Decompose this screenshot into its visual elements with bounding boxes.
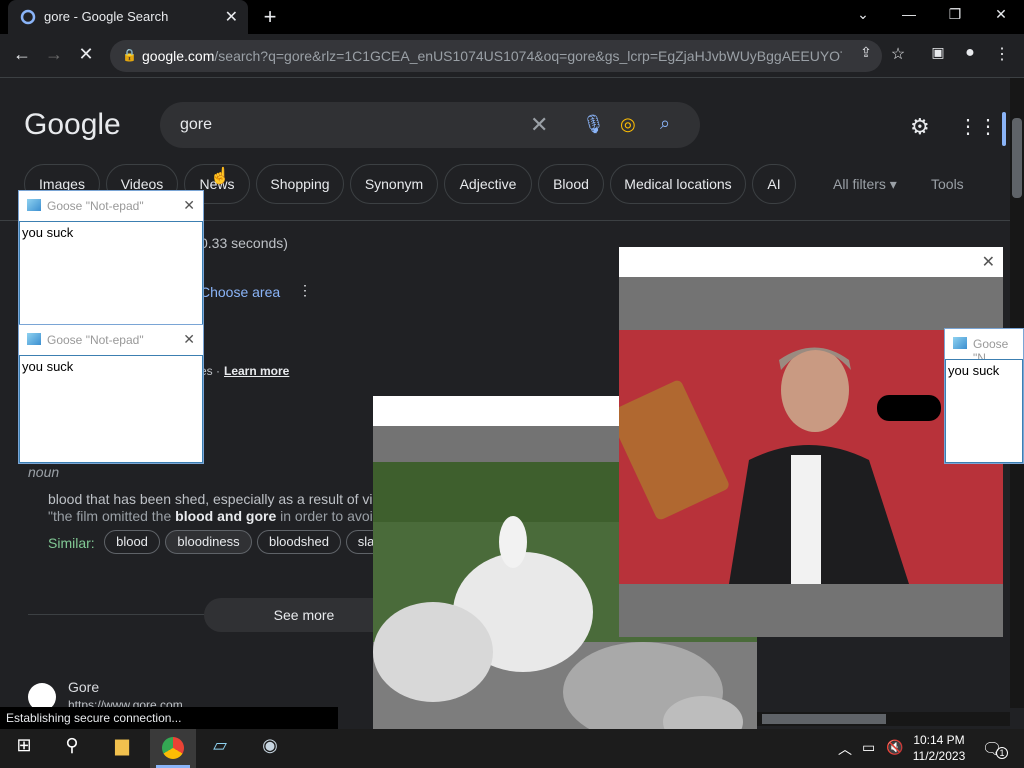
goose-notepad-window[interactable]: Goose "Not-epad" ✕ you suck xyxy=(18,324,204,464)
clear-search-icon[interactable]: ✕ xyxy=(530,112,548,138)
scroll-indicator xyxy=(1002,112,1006,146)
goose-silhouette-icon xyxy=(877,395,941,421)
menu-kebab-icon[interactable]: ⋮ xyxy=(990,44,1014,64)
share-icon[interactable]: ⇪ xyxy=(854,44,878,61)
chip-medical-locations[interactable]: Medical locations xyxy=(610,164,746,204)
notepad-close-icon[interactable]: ✕ xyxy=(183,197,195,214)
url-text: google.com/search?q=gore&rlz=1C1GCEA_enU… xyxy=(142,48,842,64)
all-filters-button[interactable]: All filters ▾ xyxy=(833,176,897,193)
microphone-icon[interactable]: 🎙 xyxy=(582,114,605,135)
definition-text: blood that has been shed, especially as … xyxy=(48,491,373,507)
goose-notepad-window[interactable]: Goose "Not-epad" ✕ you suck xyxy=(18,190,204,326)
definition-example: "the film omitted the blood and gore in … xyxy=(48,508,373,524)
clock-date: 11/2/2023 xyxy=(912,749,966,763)
lock-icon: 🔒 xyxy=(122,48,137,62)
google-lens-icon[interactable]: ◎ xyxy=(620,114,636,135)
notepad-taskbar-icon[interactable]: ▱ xyxy=(206,735,234,763)
apps-grid-icon[interactable]: ⋮⋮ xyxy=(958,114,998,139)
chrome-taskbar-item[interactable] xyxy=(150,729,196,768)
hand-cursor-icon: ☝ xyxy=(210,168,230,185)
scrollbar-thumb[interactable] xyxy=(1012,118,1022,198)
chip-blood[interactable]: Blood xyxy=(538,164,604,204)
search-icon[interactable]: ⚲ xyxy=(58,735,86,763)
goose-notepad-window[interactable]: Goose "N you suck xyxy=(944,328,1024,464)
network-icon[interactable]: ▭ xyxy=(862,739,875,756)
notepad-icon xyxy=(27,199,41,211)
notepad-text-area[interactable]: you suck xyxy=(19,221,203,325)
similar-chip[interactable]: blood xyxy=(104,530,160,554)
active-tab[interactable]: gore - Google Search ✕ xyxy=(8,0,248,34)
similar-label: Similar: xyxy=(48,535,95,551)
notepad-title: Goose "Not-epad" xyxy=(47,333,144,347)
file-explorer-icon[interactable]: ▆ xyxy=(108,735,136,763)
chrome-icon xyxy=(162,737,184,759)
scrollbar-thumb[interactable] xyxy=(762,714,886,724)
new-tab-button[interactable]: + xyxy=(258,4,282,30)
windows-start-icon[interactable]: ⊞ xyxy=(10,735,38,763)
chip-shopping[interactable]: Shopping xyxy=(256,164,344,204)
back-arrow-icon[interactable]: ← xyxy=(10,44,34,65)
result-site-name[interactable]: Gore xyxy=(68,679,99,695)
similar-chip[interactable]: bloodshed xyxy=(257,530,341,554)
close-window-button[interactable]: ✕ xyxy=(986,6,1016,23)
notepad-text-area[interactable]: you suck xyxy=(19,355,203,463)
notepad-titlebar[interactable]: Goose "Not-epad" ✕ xyxy=(19,325,203,355)
forward-arrow-icon[interactable]: → xyxy=(42,44,66,65)
tab-close-icon[interactable]: ✕ xyxy=(225,7,238,27)
google-logo[interactable]: Google xyxy=(24,108,121,142)
notepad-title: Goose "Not-epad" xyxy=(47,199,144,213)
chip-ai[interactable]: AI xyxy=(752,164,796,204)
result-stats: 0.33 seconds) xyxy=(200,235,288,251)
search-box[interactable]: gore ✕ 🎙 ◎ ⌕ xyxy=(160,102,700,148)
chip-synonym[interactable]: Synonym xyxy=(350,164,438,204)
google-favicon-icon xyxy=(20,9,36,25)
popup-titlebar[interactable] xyxy=(373,396,619,426)
restore-button[interactable]: ❐ xyxy=(940,6,970,23)
browser-toolbar: ← → ✕ 🔒 google.com/search?q=gore&rlz=1C1… xyxy=(0,34,1024,78)
side-panel-icon[interactable]: ▣ xyxy=(926,44,950,61)
tab-title: gore - Google Search xyxy=(44,9,169,24)
address-bar[interactable]: 🔒 google.com/search?q=gore&rlz=1C1GCEA_e… xyxy=(110,40,882,72)
tray-chevron-icon[interactable]: ︿ xyxy=(838,739,852,759)
tab-search-chevron-icon[interactable]: ⌄ xyxy=(848,6,878,23)
notepad-icon xyxy=(27,333,41,345)
clock-time: 10:14 PM xyxy=(913,733,965,747)
site-favicon-icon xyxy=(28,683,56,708)
choose-area-link[interactable]: Choose area xyxy=(200,284,280,300)
search-icon[interactable]: ⌕ xyxy=(660,113,670,134)
minimize-button[interactable]: — xyxy=(894,6,924,22)
similar-chip[interactable]: bloodiness xyxy=(165,530,252,554)
notepad-icon xyxy=(953,337,967,349)
part-of-speech: noun xyxy=(28,464,60,480)
search-input[interactable]: gore xyxy=(180,116,212,134)
steam-icon[interactable]: ◉ xyxy=(256,735,284,763)
notepad-text-area[interactable]: you suck xyxy=(945,359,1023,463)
notepad-titlebar[interactable]: Goose "Not-epad" ✕ xyxy=(19,191,203,221)
profile-avatar-icon[interactable]: ● xyxy=(958,44,982,62)
tools-button[interactable]: Tools xyxy=(931,176,964,192)
notepad-close-icon[interactable]: ✕ xyxy=(183,331,195,348)
horizontal-scrollbar[interactable] xyxy=(756,712,1010,726)
notepad-titlebar[interactable]: Goose "N xyxy=(945,329,1023,365)
learn-more-link[interactable]: Learn more xyxy=(224,364,289,378)
popup-titlebar[interactable]: ✕ xyxy=(619,247,1003,277)
stop-loading-icon[interactable]: ✕ xyxy=(74,44,98,65)
popup-close-icon[interactable]: ✕ xyxy=(982,252,995,272)
more-options-icon[interactable]: ⋮ xyxy=(298,282,312,299)
settings-gear-icon[interactable]: ⚙ xyxy=(910,114,930,140)
windows-taskbar: ⊞ ⚲ ▆ ▱ ◉ ︿ ▭ 🔇 10:14 PM 11/2/2023 🗨 1 xyxy=(0,729,1024,768)
tab-strip: gore - Google Search ✕ + ⌄ — ❐ ✕ xyxy=(0,0,1024,34)
bookmark-star-icon[interactable]: ☆ xyxy=(886,44,910,64)
chip-adjective[interactable]: Adjective xyxy=(444,164,532,204)
notification-count: 1 xyxy=(996,747,1008,759)
divider xyxy=(28,614,218,615)
volume-muted-icon[interactable]: 🔇 xyxy=(886,739,903,756)
status-bar: Establishing secure connection... xyxy=(0,707,338,729)
system-clock[interactable]: 10:14 PM 11/2/2023 xyxy=(906,732,972,764)
